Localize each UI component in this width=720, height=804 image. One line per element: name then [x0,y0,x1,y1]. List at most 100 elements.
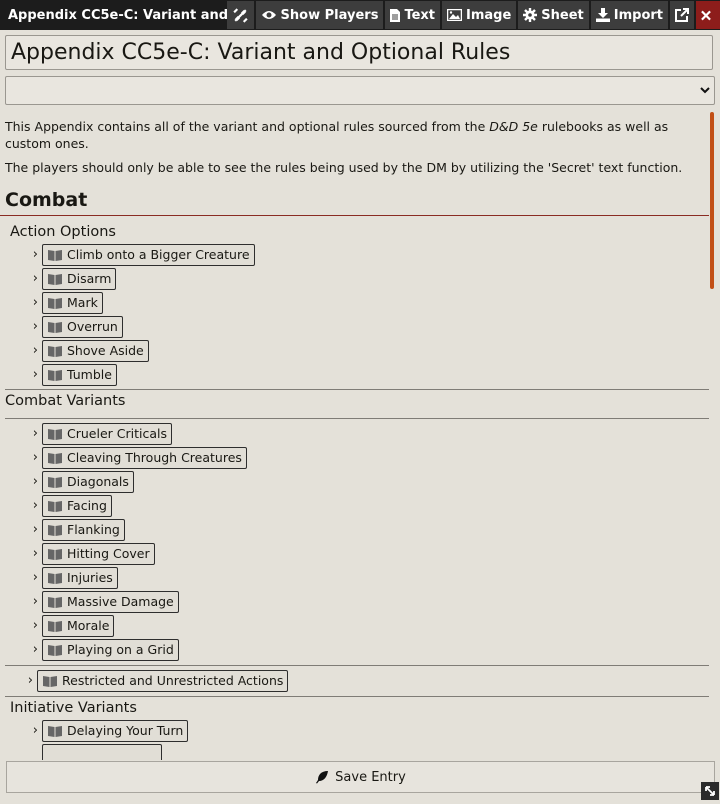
chevron-right-icon[interactable]: › [0,570,40,585]
book-icon [48,297,62,309]
combat-variants-list: › Crueler Criticals › Cleaving Through Crea… [0,422,709,662]
list-item: › Flanking [0,518,709,542]
rule-link-label: Flanking [67,522,120,537]
chevron-right-icon[interactable]: › [0,546,40,561]
list-item: › Overrun [0,315,709,339]
book-icon [48,452,62,464]
book-icon [48,725,62,737]
list-item: › Disarm [0,267,709,291]
chevron-down-icon [700,87,710,94]
chevron-right-icon[interactable]: › [0,498,40,513]
rule-link[interactable]: Facing [42,494,112,517]
chevron-right-icon[interactable]: › [0,642,40,657]
chevron-right-icon[interactable]: › [0,618,40,633]
initiative-variants-heading: Initiative Variants [10,699,137,716]
rule-link[interactable]: Disarm [42,267,117,290]
save-entry-button[interactable]: Save Entry [6,761,715,793]
rule-link[interactable]: Shove Aside [42,339,149,362]
book-icon [48,524,62,536]
chevron-right-icon[interactable]: › [0,673,35,688]
rule-link[interactable]: Hitting Cover [42,542,155,565]
rule-link[interactable]: Morale [42,614,115,637]
list-item: › Hitting Cover [0,542,709,566]
rule-link[interactable]: Restricted and Unrestricted Actions [37,669,289,692]
rule-link[interactable]: Massive Damage [42,590,179,613]
rule-link[interactable]: Mark [42,291,103,314]
entry-select[interactable] [5,76,715,105]
chevron-right-icon[interactable]: › [0,450,40,465]
action-options-list: › Climb onto a Bigger Creature › Disarm › Mar… [0,243,709,387]
rule-link-label: Morale [67,618,110,633]
chevron-right-icon[interactable]: › [0,594,40,609]
text-label: Text [404,7,435,23]
gear-icon [523,8,538,22]
resize-icon [705,786,715,796]
window-title: Appendix CC5e-C: Variant and Optional Ru… [8,7,227,23]
chevron-right-icon[interactable]: › [0,247,40,262]
chevron-right-icon[interactable]: › [0,723,40,738]
entry-title-input[interactable]: Appendix CC5e-C: Variant and Optional Ru… [5,35,713,70]
rule-link[interactable]: Crueler Criticals [42,422,172,445]
chevron-right-icon[interactable]: › [0,367,40,382]
rule-link-label: Overrun [67,319,118,334]
window-header: Appendix CC5e-C: Variant and Optional Ru… [0,0,720,30]
action-options-heading: Action Options [10,223,116,240]
eye-icon [261,11,276,19]
list-item [0,743,709,760]
text-button[interactable]: Text [385,1,440,29]
intro-italic: D&D 5e [489,119,538,134]
list-item: › Facing [0,494,709,518]
list-item: › Restricted and Unrestricted Actions [0,669,709,693]
file-icon [390,8,401,22]
rule-link[interactable]: Climb onto a Bigger Creature [42,243,255,266]
chevron-right-icon[interactable]: › [0,474,40,489]
rule-link-label: Disarm [67,271,112,286]
chevron-right-icon[interactable]: › [0,319,40,334]
sheet-button[interactable]: Sheet [518,1,589,29]
rule-link[interactable]: Diagonals [42,470,134,493]
import-button[interactable]: Import [590,1,668,29]
rule-link-label: Tumble [67,367,112,382]
image-icon [447,9,462,21]
image-button[interactable]: Image [442,1,517,29]
list-item: › Playing on a Grid [0,638,709,662]
sheet-label: Sheet [541,7,584,23]
rule-link[interactable]: Tumble [42,363,117,386]
import-label: Import [613,7,663,23]
save-entry-label: Save Entry [335,769,406,785]
chevron-right-icon[interactable]: › [0,295,40,310]
entry-content[interactable]: This Appendix contains all of the varian… [0,110,709,760]
rule-link[interactable]: Cleaving Through Creatures [42,446,247,469]
show-players-button[interactable]: Show Players [255,1,384,29]
book-icon [48,369,62,381]
rule-link-label: Facing [67,498,107,513]
rule-link-label: Restricted and Unrestricted Actions [62,673,284,688]
scrollbar-thumb[interactable] [710,112,714,289]
book-icon [48,428,62,440]
unlink-button[interactable] [226,1,254,29]
close-button[interactable] [696,1,720,29]
book-icon [48,644,62,656]
chevron-right-icon[interactable]: › [0,522,40,537]
chevron-right-icon[interactable]: › [0,426,40,441]
rule-link[interactable]: Injuries [42,566,118,589]
rule-link[interactable]: Flanking [42,518,125,541]
book-icon [48,476,62,488]
chevron-right-icon[interactable]: › [0,271,40,286]
chevron-right-icon[interactable]: › [0,343,40,358]
popout-button[interactable] [670,1,694,29]
rule-link-label: Shove Aside [67,343,144,358]
rule-link[interactable]: Overrun [42,315,123,338]
unlink-icon [232,7,248,23]
resize-handle[interactable] [701,782,719,800]
rule-link-label: Massive Damage [67,594,174,609]
book-icon [48,548,62,560]
rule-link[interactable] [42,743,162,760]
book-icon [48,500,62,512]
secret-paragraph: The players should only be able to see t… [5,160,683,175]
divider [5,417,709,419]
rule-link[interactable]: Playing on a Grid [42,638,179,661]
rule-link[interactable]: Delaying Your Turn [42,719,189,742]
intro-paragraph: This Appendix contains all of the varian… [0,119,709,152]
rule-link-label: Diagonals [67,474,129,489]
